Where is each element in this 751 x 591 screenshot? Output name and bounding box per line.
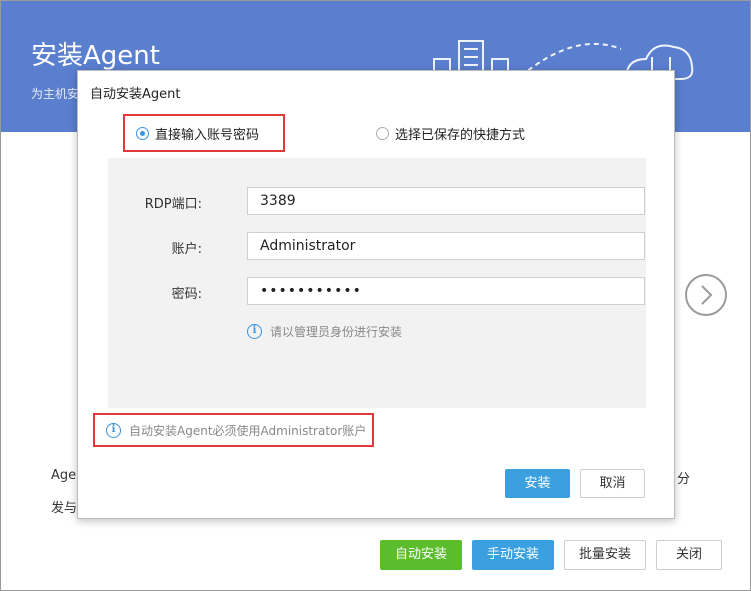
account-label: 账户: [171,242,202,257]
cancel-button[interactable]: 取消 [580,469,645,498]
window-subtitle: 为主机安 [31,87,80,101]
admin-hint: i 请以管理员身份进行安装 [247,323,402,340]
option-saved-shortcut[interactable]: 选择已保存的快捷方式 [376,123,525,143]
next-slide-button[interactable] [685,274,727,316]
body-text-partial-1: Age [51,468,77,483]
close-button[interactable]: 关闭 [656,540,722,570]
must-admin-hint-text: 自动安装Agent必须使用Administrator账户 [129,424,367,438]
radio-checked-icon[interactable] [136,126,149,140]
option-direct-credentials[interactable]: 直接输入账号密码 [136,123,259,143]
chevron-right-icon [701,285,713,305]
info-icon: i [247,324,262,339]
radio-unchecked-icon[interactable] [376,126,389,140]
dialog-title: 自动安装Agent [90,87,181,102]
option-saved-shortcut-label: 选择已保存的快捷方式 [395,127,526,143]
password-label: 密码: [171,287,202,302]
password-input[interactable]: ••••••••••• [247,277,645,305]
info-icon: i [106,423,121,438]
rdp-port-label: RDP端口: [144,197,202,212]
admin-hint-text: 请以管理员身份进行安装 [270,325,403,339]
body-text-partial-3: 分 [677,472,691,487]
auto-install-button[interactable]: 自动安装 [380,540,462,570]
rdp-port-input[interactable]: 3389 [247,187,645,215]
window-title: 安装Agent [31,41,160,71]
auto-install-dialog: 自动安装Agent 直接输入账号密码 选择已保存的快捷方式 RDP端口: 338… [77,70,675,519]
manual-install-button[interactable]: 手动安装 [472,540,554,570]
batch-install-button[interactable]: 批量安装 [564,540,646,570]
credentials-panel: RDP端口: 3389 账户: Administrator 密码: ••••••… [108,158,646,408]
body-text-partial-2: 发与 [51,501,78,516]
install-button[interactable]: 安装 [505,469,570,498]
account-input[interactable]: Administrator [247,232,645,260]
must-admin-hint: i 自动安装Agent必须使用Administrator账户 [106,422,366,439]
option-direct-credentials-label: 直接输入账号密码 [155,127,260,143]
